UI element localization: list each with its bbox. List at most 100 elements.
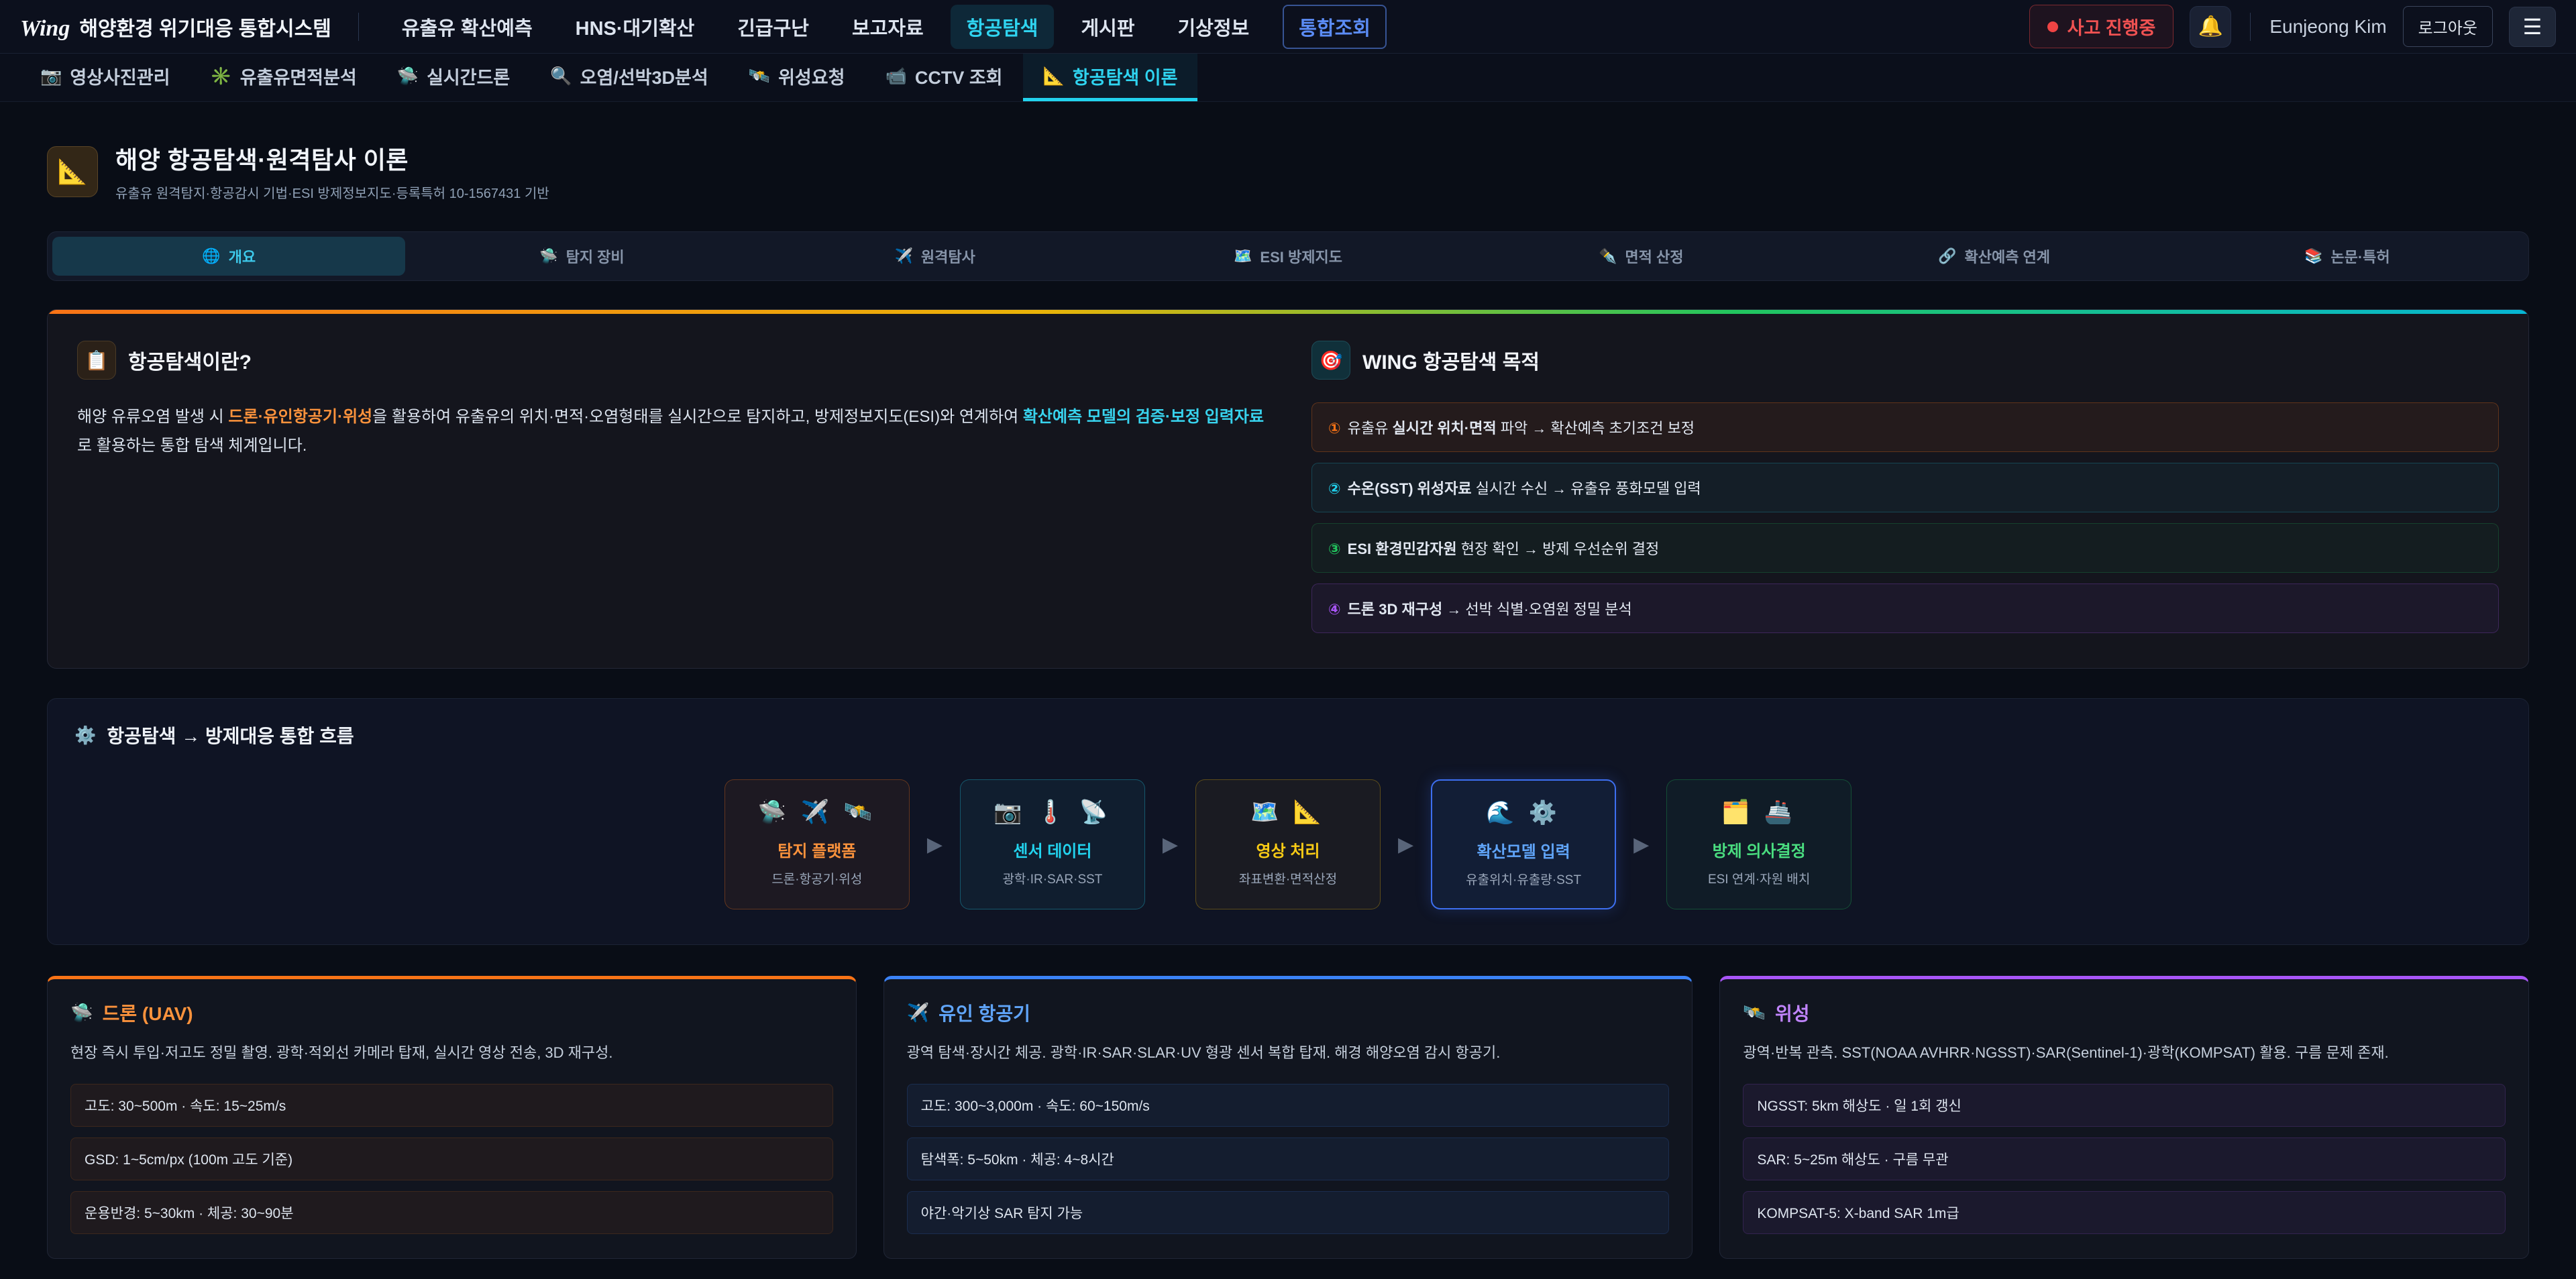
page-icon-chip: 📐 (47, 146, 98, 197)
spec-row: 운용반경: 5~30km · 체공: 30~90분 (70, 1191, 833, 1234)
card-title: 드론 (UAV) (103, 999, 193, 1026)
subnav-item-cctv[interactable]: 📹 CCTV 조회 (865, 54, 1022, 101)
flow-step-subtitle: ESI 연계·자원 배치 (1678, 869, 1840, 887)
logout-button[interactable]: 로그아웃 (2403, 6, 2493, 47)
tab-overview[interactable]: 🌐 개요 (52, 237, 405, 276)
spec-list: 고도: 300~3,000m · 속도: 60~150m/s 탐색폭: 5~50… (907, 1084, 1670, 1234)
wing-purpose-panel: 🎯 WING 항공탐색 목적 ①유출유 실시간 위치·면적 파악 → 확산예측 … (1311, 341, 2499, 633)
triangle-ruler-icon: 📐 (58, 158, 88, 186)
arrow-right-icon: ▶ (927, 833, 943, 856)
clipboard-icon-chip: 📋 (77, 341, 116, 380)
item-number: ② (1328, 480, 1341, 497)
flow-step-image-processing: 🗺️ 📐 영상 처리 좌표변환·면적산정 (1195, 779, 1381, 909)
map-icon: 🗺️ (1234, 247, 1252, 265)
subnav-item-aerial-search-theory[interactable]: 📐 항공탐색 이론 (1023, 54, 1198, 101)
subnav-label: 오염/선박3D분석 (580, 63, 708, 89)
subnav-item-pollution-ship-3d[interactable]: 🔍 오염/선박3D분석 (530, 54, 728, 101)
subnav-label: 항공탐색 이론 (1073, 63, 1178, 89)
card-title-row: 🛸 드론 (UAV) (70, 999, 833, 1026)
incident-status-badge[interactable]: 사고 진행중 (2029, 5, 2174, 48)
nav-item-weather[interactable]: 기상정보 (1162, 5, 1266, 49)
bell-icon: 🔔 (2198, 15, 2223, 38)
purpose-item-2: ② 수온(SST) 위성자료 실시간 수신 → 유출유 풍화모델 입력 (1311, 463, 2499, 512)
card-title-row: 🛰️ 위성 (1743, 999, 2506, 1026)
flow-title: 항공탐색 → 방제대응 통합 흐름 (107, 722, 354, 748)
page-subtitle: 유출유 원격탐지·항공감시 기법·ESI 방제정보지도·등록특허 10-1567… (115, 182, 549, 202)
tab-label: 원격탐사 (921, 245, 975, 267)
overview-card: 📋 항공탐색이란? 해양 유류오염 발생 시 드론·유인항공기·위성을 활용하여… (47, 309, 2529, 669)
tab-papers-patents[interactable]: 📚 논문·특허 (2171, 237, 2524, 276)
card-description: 광역 탐색·장시간 체공. 광학·IR·SAR·SLAR·UV 형광 센서 복합… (907, 1041, 1670, 1065)
wave-gear-icons: 🌊 ⚙️ (1443, 799, 1604, 826)
spec-row: 탐색폭: 5~50km · 체공: 4~8시간 (907, 1137, 1670, 1180)
spec-row: 고도: 300~3,000m · 속도: 60~150m/s (907, 1084, 1670, 1127)
subnav-item-oil-area-analysis[interactable]: ✳️ 유출유면적분석 (190, 54, 376, 101)
arrow-right-icon: ▶ (1163, 833, 1178, 856)
tab-prediction-linkage[interactable]: 🔗 확산예측 연계 (1817, 237, 2170, 276)
tab-label: ESI 방제지도 (1260, 245, 1342, 267)
flow-step-title: 확산모델 입력 (1443, 838, 1604, 862)
item-bold-text: 실시간 위치·면적 (1392, 420, 1496, 437)
divider (358, 13, 359, 41)
item-number: ③ (1328, 541, 1341, 557)
app-title: 해양환경 위기대응 통합시스템 (79, 12, 331, 42)
nav-item-aerial-search[interactable]: 항공탐색 (951, 5, 1055, 49)
card-title-row: ✈️ 유인 항공기 (907, 999, 1670, 1026)
spec-row: KOMPSAT-5: X-band SAR 1m급 (1743, 1191, 2506, 1234)
subnav-item-photo-management[interactable]: 📷 영상사진관리 (20, 54, 190, 101)
page-header-texts: 해양 항공탐색·원격탐사 이론 유출유 원격탐지·항공감시 기법·ESI 방제정… (115, 141, 549, 202)
page-title: 해양 항공탐색·원격탐사 이론 (115, 141, 549, 176)
flow-step-title: 센서 데이터 (971, 838, 1134, 861)
purpose-item-1: ①유출유 실시간 위치·면적 파악 → 확산예측 초기조건 보정 (1311, 402, 2499, 452)
section-tabstrip: 🌐 개요 🛸 탐지 장비 ✈️ 원격탐사 🗺️ ESI 방제지도 ✒️ 면적 산… (47, 231, 2529, 281)
item-text: 유출유 (1348, 420, 1393, 437)
flow-step-subtitle: 좌표변환·면적산정 (1207, 869, 1369, 887)
notification-bell-button[interactable]: 🔔 (2190, 6, 2231, 48)
item-bold-text: 수온(SST) 위성자료 (1348, 480, 1472, 497)
nav-item-emergency-rescue[interactable]: 긴급구난 (721, 5, 825, 49)
satellite-card: 🛰️ 위성 광역·반복 관측. SST(NOAA AVHRR·NGSST)·SA… (1719, 976, 2529, 1259)
wing-logo-text: Wing (20, 16, 70, 42)
subnav-label: CCTV 조회 (915, 63, 1003, 89)
spec-row: 고도: 30~500m · 속도: 15~25m/s (70, 1084, 833, 1127)
tab-detection-equipment[interactable]: 🛸 탐지 장비 (405, 237, 758, 276)
flow-step-diffusion-model-input: 🌊 ⚙️ 확산모델 입력 유출위치·유출량·SST (1431, 779, 1616, 909)
item-text: 파악 → 확산예측 초기조건 보정 (1497, 420, 1695, 437)
divider (2250, 13, 2251, 41)
top-navbar: Wing 해양환경 위기대응 통합시스템 유출유 확산예측 HNS·대기확산 긴… (0, 0, 2576, 54)
magnifier-icon: 🔍 (550, 66, 572, 87)
platform-icons: 🛸 ✈️ 🛰️ (736, 799, 898, 826)
purpose-item-3: ③ESI 환경민감자원 현장 확인 → 방제 우선순위 결정 (1311, 523, 2499, 573)
hamburger-icon: ☰ (2523, 14, 2542, 40)
spec-list: NGSST: 5km 해상도 · 일 1회 갱신 SAR: 5~25m 해상도 … (1743, 1084, 2506, 1234)
nav-item-integrated-search[interactable]: 통합조회 (1283, 5, 1387, 49)
incident-badge-label: 사고 진행중 (2068, 13, 2156, 40)
satellite-icon: 🛰️ (1743, 1002, 1766, 1023)
nav-item-oil-spill-prediction[interactable]: 유출유 확산예측 (386, 5, 549, 49)
nav-item-hns-atmospheric[interactable]: HNS·대기확산 (559, 5, 711, 49)
flow-step-title: 영상 처리 (1207, 838, 1369, 861)
clipboard-icon: 📋 (85, 349, 109, 372)
arrow-right-icon: ▶ (1633, 833, 1649, 856)
drone-icon: 🛸 (539, 247, 557, 265)
panel-title-row: 📋 항공탐색이란? (77, 341, 1265, 380)
subnav-item-realtime-drone[interactable]: 🛸 실시간드론 (377, 54, 531, 101)
spec-row: 야간·악기상 SAR 탐지 가능 (907, 1191, 1670, 1234)
hamburger-menu-button[interactable]: ☰ (2509, 7, 2556, 47)
nav-item-board[interactable]: 게시판 (1065, 5, 1150, 49)
tab-label: 논문·특허 (2330, 245, 2390, 267)
subnav-item-satellite-request[interactable]: 🛰️ 위성요청 (729, 54, 865, 101)
airplane-icon: ✈️ (907, 1002, 930, 1023)
gear-icon: ⚙️ (74, 725, 96, 746)
panel-title: 항공탐색이란? (128, 345, 252, 375)
nav-item-reports[interactable]: 보고자료 (836, 5, 940, 49)
tab-remote-sensing[interactable]: ✈️ 원격탐사 (759, 237, 1112, 276)
item-text: 실시간 수신 → 유출유 풍화모델 입력 (1472, 480, 1701, 497)
tab-area-calculation[interactable]: ✒️ 면적 산정 (1464, 237, 1817, 276)
satellite-icon: 🛰️ (749, 66, 770, 87)
card-title: 위성 (1775, 999, 1810, 1026)
flow-step-title: 방제 의사결정 (1678, 838, 1840, 861)
tab-esi-map[interactable]: 🗺️ ESI 방제지도 (1112, 237, 1464, 276)
app-logo: Wing 해양환경 위기대응 통합시스템 (20, 12, 331, 42)
flow-step-subtitle: 드론·항공기·위성 (736, 869, 898, 887)
